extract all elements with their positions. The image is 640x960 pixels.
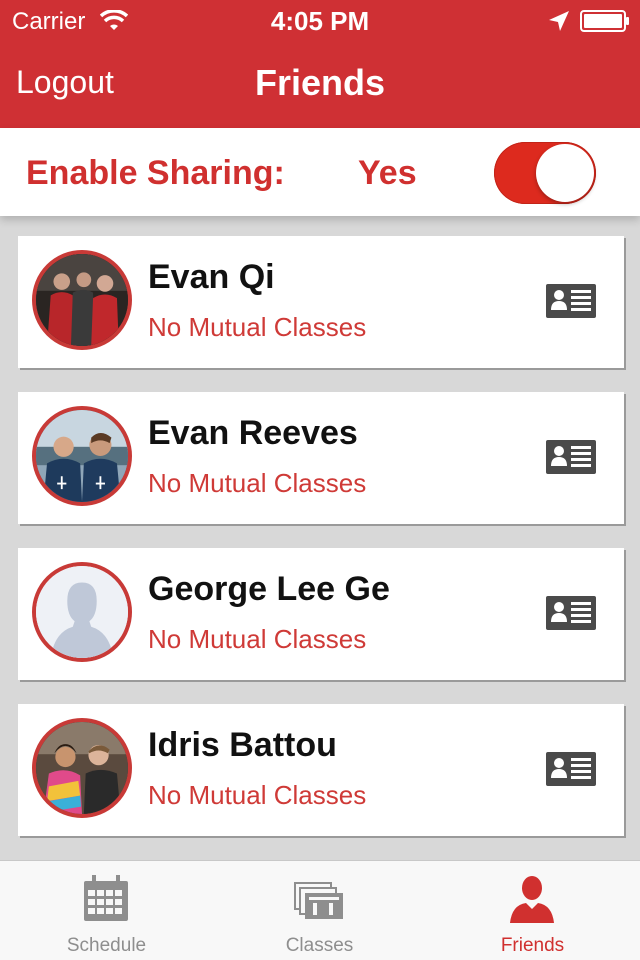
contact-card-icon[interactable] — [546, 752, 596, 786]
friend-card[interactable]: George Lee Ge No Mutual Classes — [18, 548, 624, 680]
friend-card[interactable]: Idris Battou No Mutual Classes — [18, 704, 624, 836]
friend-card[interactable]: Evan Qi No Mutual Classes — [18, 236, 624, 368]
sharing-toggle[interactable] — [494, 142, 596, 204]
friend-name: Idris Battou — [148, 726, 337, 764]
avatar — [32, 562, 132, 662]
tab-bar: Schedule Classes Friends — [0, 860, 640, 960]
tab-classes[interactable]: Classes — [213, 861, 426, 960]
calendar-icon — [84, 875, 128, 921]
sharing-bar: Enable Sharing: Yes — [0, 128, 640, 216]
friend-photo — [36, 722, 128, 814]
navigation-header: Carrier 4:05 PM Logout Friends — [0, 0, 640, 128]
default-avatar-silhouette — [36, 566, 128, 658]
classes-icon — [294, 882, 343, 919]
friends-list: Evan Qi No Mutual Classes Evan Reeves No… — [0, 216, 640, 860]
tab-label: Schedule — [66, 935, 147, 956]
status-time: 4:05 PM — [270, 6, 370, 36]
mutual-classes-label: No Mutual Classes — [148, 312, 367, 342]
person-icon — [510, 876, 554, 923]
sharing-status-value: Yes — [358, 154, 417, 192]
tab-label: Friends — [500, 935, 565, 956]
friend-name: George Lee Ge — [148, 570, 390, 608]
tab-schedule[interactable]: Schedule — [0, 861, 213, 960]
friend-name: Evan Reeves — [148, 414, 358, 452]
logout-button[interactable]: Logout — [16, 64, 114, 101]
mutual-classes-label: No Mutual Classes — [148, 780, 367, 810]
friend-card[interactable]: Evan Reeves No Mutual Classes — [18, 392, 624, 524]
mutual-classes-label: No Mutual Classes — [148, 468, 367, 498]
friend-photo — [36, 254, 128, 346]
location-arrow-icon — [549, 11, 569, 31]
avatar — [32, 406, 132, 506]
avatar — [32, 718, 132, 818]
battery-icon — [580, 10, 629, 32]
friend-name: Evan Qi — [148, 258, 275, 296]
status-bar: Carrier 4:05 PM — [0, 0, 640, 40]
contact-card-icon[interactable] — [546, 440, 596, 474]
toggle-knob — [536, 144, 594, 202]
friend-photo — [36, 410, 128, 502]
mutual-classes-label: No Mutual Classes — [148, 624, 367, 654]
tab-friends[interactable]: Friends — [426, 861, 639, 960]
contact-card-icon[interactable] — [546, 284, 596, 318]
avatar — [32, 250, 132, 350]
contact-card-icon[interactable] — [546, 596, 596, 630]
tab-label: Classes — [285, 935, 354, 956]
sharing-label: Enable Sharing: — [26, 154, 285, 192]
